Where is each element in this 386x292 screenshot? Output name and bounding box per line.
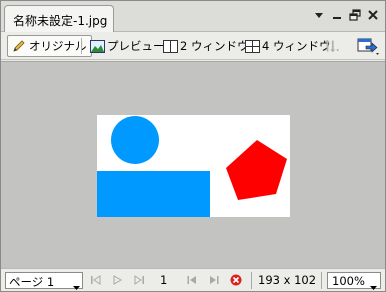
previous-frame-icon[interactable] bbox=[186, 274, 198, 286]
window-controls bbox=[313, 9, 379, 23]
preview-view-button[interactable]: プレビュー bbox=[89, 35, 165, 57]
blue-rectangle bbox=[97, 171, 210, 217]
four-window-view-label: 4 ウィンドウ bbox=[262, 39, 331, 53]
red-pentagon bbox=[226, 140, 287, 200]
image-canvas bbox=[97, 116, 287, 217]
play-icon[interactable] bbox=[111, 274, 123, 286]
canvas-area[interactable] bbox=[1, 61, 385, 268]
image-dimensions: 193 x 102 bbox=[258, 273, 317, 287]
page-select-value: ページ 1 bbox=[9, 275, 55, 289]
chevron-down-icon bbox=[370, 279, 377, 292]
document-window: 名称未設定-1.jpg オリジナル プレビュー 2 ウィンドウ 4 ウィンドウ … bbox=[0, 0, 386, 292]
current-page-number: 1 bbox=[160, 273, 168, 287]
view-toolbar: オリジナル プレビュー 2 ウィンドウ 4 ウィンドウ bbox=[1, 32, 385, 60]
toolbar-divider bbox=[81, 38, 82, 54]
picture-icon bbox=[89, 38, 105, 54]
two-window-view-button[interactable]: 2 ウィンドウ bbox=[162, 35, 248, 57]
next-frame-icon[interactable] bbox=[208, 274, 220, 286]
document-tab-title: 名称未設定-1.jpg bbox=[13, 14, 108, 28]
page-select[interactable]: ページ 1 bbox=[5, 272, 83, 292]
two-window-view-label: 2 ウィンドウ bbox=[180, 39, 249, 53]
four-window-view-button[interactable]: 4 ウィンドウ bbox=[244, 35, 330, 57]
triangle-down-icon[interactable] bbox=[313, 9, 325, 21]
minimize-icon[interactable] bbox=[331, 9, 343, 21]
stop-icon[interactable] bbox=[230, 274, 242, 286]
export-settings-button[interactable] bbox=[323, 35, 341, 57]
preview-in-browser-button[interactable] bbox=[357, 35, 381, 57]
last-page-icon[interactable] bbox=[133, 274, 145, 286]
chevron-down-icon bbox=[73, 279, 80, 292]
two-pane-icon bbox=[162, 38, 178, 54]
document-tab-strip: 名称未設定-1.jpg bbox=[1, 1, 385, 32]
status-divider bbox=[251, 272, 252, 289]
optimize-arrows-icon bbox=[323, 38, 339, 54]
blue-circle bbox=[111, 116, 159, 164]
first-page-icon[interactable] bbox=[90, 274, 102, 286]
close-icon[interactable] bbox=[367, 9, 379, 21]
zoom-select[interactable]: 100% bbox=[327, 272, 381, 292]
document-image bbox=[97, 115, 290, 217]
restore-icon[interactable] bbox=[349, 9, 361, 21]
browser-preview-icon bbox=[357, 38, 379, 55]
four-pane-icon bbox=[244, 38, 260, 54]
status-bar: ページ 1 1 193 x 102 100% bbox=[1, 268, 385, 291]
original-view-button[interactable]: オリジナル bbox=[7, 35, 92, 57]
document-tab[interactable]: 名称未設定-1.jpg bbox=[4, 5, 114, 32]
pencil-icon bbox=[11, 38, 27, 54]
zoom-select-value: 100% bbox=[332, 274, 365, 288]
preview-view-label: プレビュー bbox=[107, 39, 165, 53]
status-divider bbox=[321, 272, 322, 289]
original-view-label: オリジナル bbox=[29, 39, 87, 53]
